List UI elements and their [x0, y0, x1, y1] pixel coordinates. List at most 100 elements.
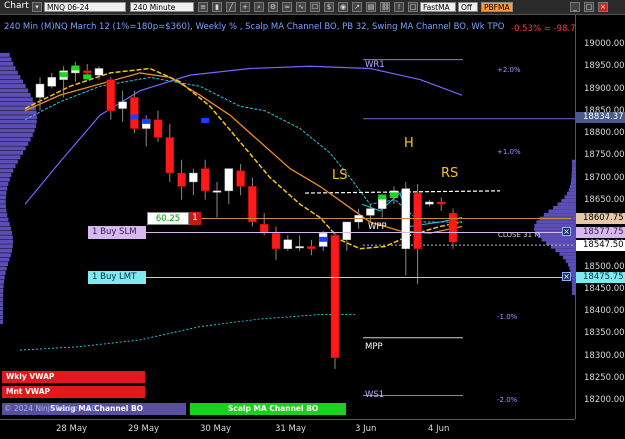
- y-tick-label: 18950.00: [584, 61, 625, 72]
- x-tick-label: 28 May: [56, 424, 88, 434]
- candle-body: [212, 190, 222, 193]
- candle-body: [118, 101, 127, 109]
- link-icon[interactable]: ⛓: [380, 2, 390, 12]
- profile-bar: [0, 226, 11, 231]
- profile-bar: [0, 319, 4, 324]
- profile-bar: [0, 213, 8, 218]
- order-icon[interactable]: $: [324, 2, 334, 12]
- mpp-label: MPP: [365, 342, 383, 352]
- workspace-icon[interactable]: □: [408, 2, 418, 12]
- profile-bar: [0, 52, 10, 57]
- time-axis[interactable]: 28 May 29 May 30 May 31 May 3 Jun 4 Jun: [0, 419, 575, 439]
- close-icon[interactable]: ×: [598, 2, 608, 12]
- snapshot-icon[interactable]: ◉: [338, 2, 348, 12]
- profile-bar: [0, 253, 11, 258]
- profile-bar: [0, 61, 14, 66]
- profile-bar: [0, 275, 5, 280]
- signal-marker: [378, 194, 387, 200]
- profile-bar: [559, 252, 575, 256]
- profile-bar: [561, 198, 575, 203]
- y-tick-label: 18700.00: [584, 172, 625, 183]
- price-chart[interactable]: [0, 15, 575, 419]
- profile-bar: [536, 220, 575, 224]
- bar-type-icon[interactable]: ≡: [198, 2, 208, 12]
- profile-bar: [0, 302, 4, 307]
- properties-icon[interactable]: ⚙: [268, 2, 278, 12]
- profile-bar: [0, 137, 31, 142]
- instrument-menu-icon[interactable]: ▾: [32, 2, 42, 12]
- profile-bar: [0, 266, 7, 271]
- signal-marker: [83, 74, 92, 80]
- template-icon[interactable]: ☐: [310, 2, 320, 12]
- signal-marker: [201, 117, 210, 123]
- candle-body: [200, 168, 210, 192]
- minimize-icon[interactable]: _: [570, 2, 580, 12]
- crosshair-icon[interactable]: +: [240, 2, 250, 12]
- profile-bar: [0, 208, 7, 213]
- profile-bar: [557, 202, 575, 206]
- zoom-icon[interactable]: ⌕: [254, 2, 264, 12]
- scalp-channel-bar: Scalp MA Channel BO: [190, 403, 346, 415]
- candle-body: [307, 246, 316, 249]
- position-line: [201, 218, 571, 219]
- wr1-label: WR1: [365, 60, 385, 70]
- minus1-label: -1.0%: [497, 313, 518, 321]
- candle-body: [224, 168, 234, 192]
- cancel-slm-icon[interactable]: ×: [562, 227, 571, 236]
- profile-bar: [0, 115, 37, 120]
- cancel-lmt-icon[interactable]: ×: [562, 272, 571, 281]
- profile-bar: [0, 248, 12, 253]
- buy-lmt-order[interactable]: 1 Buy LMT: [88, 271, 146, 284]
- indicator-icon[interactable]: ∿: [296, 2, 306, 12]
- buy-lmt-line[interactable]: [146, 277, 565, 278]
- candle-body: [130, 97, 139, 129]
- signal-marker: [142, 118, 151, 124]
- alert-icon[interactable]: !: [394, 2, 404, 12]
- buy-slm-order[interactable]: 1 Buy SLM: [88, 226, 146, 239]
- y-tick-label: 18400.00: [584, 306, 625, 316]
- plus2-label: +2.0%: [497, 66, 521, 74]
- y-tick-label: 19000.00: [584, 39, 625, 49]
- y-tick-label: 18250.00: [584, 372, 625, 383]
- buy-slm-line[interactable]: [146, 232, 565, 233]
- profile-bar: [543, 213, 575, 217]
- profile-bar: [0, 270, 6, 275]
- template-selector[interactable]: FastMA: [420, 2, 456, 12]
- data-box-icon[interactable]: ▤: [366, 2, 376, 12]
- profile-bar: [0, 199, 6, 204]
- yellow-ma-line: [24, 67, 463, 250]
- profile-bar: [0, 311, 4, 315]
- chart-title: 240 Min (M)NQ March 12 (1%=180p=$360), W…: [4, 22, 505, 32]
- price-axis[interactable]: 19000.00 18950.00 18900.00 18850.00 18800.00…: [575, 15, 625, 419]
- maximize-icon[interactable]: □: [584, 2, 594, 12]
- profile-bar: [0, 284, 4, 289]
- candle-body: [425, 201, 434, 205]
- stop-price-box[interactable]: 60.25: [147, 212, 189, 225]
- interval-selector[interactable]: 240 Minute: [130, 2, 194, 12]
- profile-bar: [0, 119, 37, 124]
- candle-body: [342, 221, 352, 241]
- position-qty-box[interactable]: 1: [189, 212, 201, 225]
- plus1-label: +1.0%: [497, 148, 521, 156]
- indicator-button[interactable]: PBFMA: [481, 2, 513, 12]
- profile-bar: [0, 230, 13, 235]
- chart-menu-label[interactable]: Chart: [2, 1, 31, 13]
- y-tick-label: 18500.00: [584, 261, 625, 272]
- drawing-tool-icon[interactable]: ╱: [226, 2, 236, 12]
- profile-bar: [0, 204, 6, 209]
- badge-slm-price: 18577.75: [576, 227, 625, 238]
- signal-marker: [390, 192, 398, 198]
- candle-body: [94, 68, 104, 76]
- toggle-selector[interactable]: Off: [458, 2, 478, 12]
- badge-ma-price: 18834.37: [576, 112, 625, 123]
- chart-style-icon[interactable]: ▮: [212, 2, 222, 12]
- strategy-icon[interactable]: ≈: [282, 2, 292, 12]
- signal-marker: [319, 236, 328, 242]
- profile-bar: [0, 288, 4, 293]
- y-tick-label: 18750.00: [584, 150, 625, 161]
- profile-bar: [0, 190, 7, 195]
- profile-bar: [0, 155, 21, 160]
- profile-bar: [0, 217, 9, 222]
- instrument-selector[interactable]: MNQ 06-24: [44, 2, 126, 12]
- share-icon[interactable]: ↗: [352, 2, 362, 12]
